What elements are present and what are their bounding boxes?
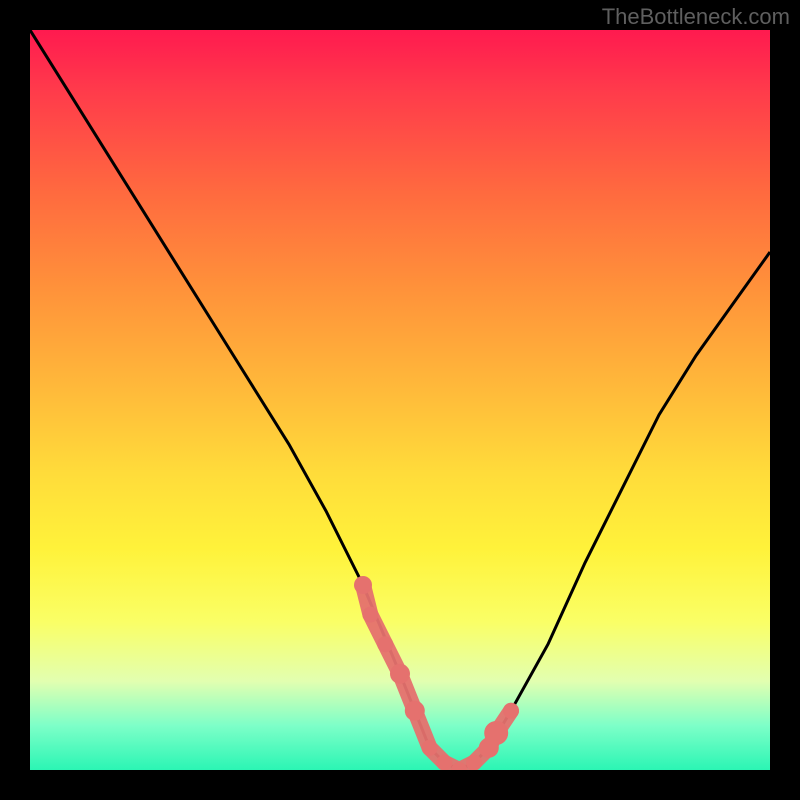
highlight-marker (354, 576, 372, 594)
chart-svg (30, 30, 770, 770)
highlight-marker (422, 740, 438, 756)
chart-frame: TheBottleneck.com (0, 0, 800, 800)
highlight-marker (377, 636, 393, 652)
highlight-marker (484, 721, 508, 745)
highlight-marker (466, 755, 482, 770)
highlight-marker (503, 703, 519, 719)
plot-area (30, 30, 770, 770)
highlight-marker (362, 607, 378, 623)
highlight-marker (436, 755, 452, 770)
attribution-text: TheBottleneck.com (602, 4, 790, 30)
highlight-marker (405, 701, 425, 721)
highlight-marker (390, 664, 410, 684)
